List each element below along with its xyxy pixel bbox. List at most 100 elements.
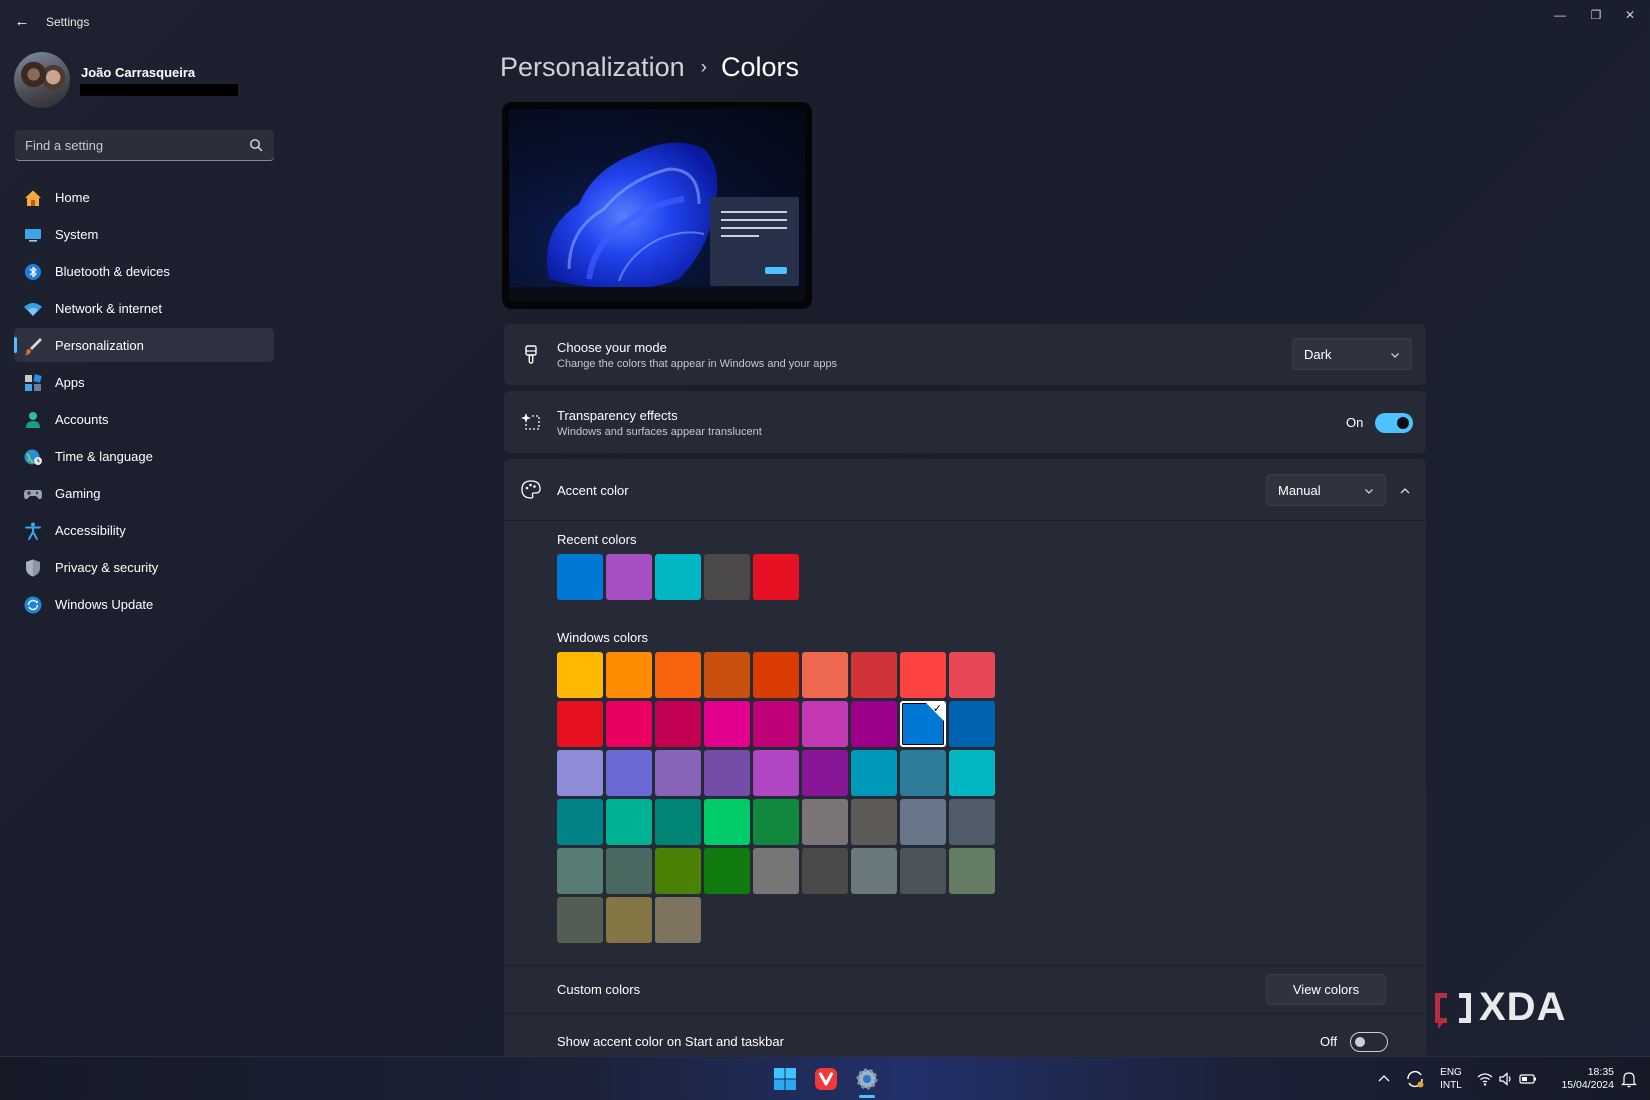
breadcrumb-parent[interactable]: Personalization <box>500 52 685 82</box>
recent-color-swatch[interactable] <box>704 554 750 600</box>
sidebar-item-accessibility[interactable]: Accessibility <box>14 513 274 547</box>
chevron-up-icon[interactable] <box>1398 484 1412 498</box>
windows-color-swatch[interactable] <box>851 652 897 698</box>
windows-color-swatch[interactable] <box>851 848 897 894</box>
sidebar-item-network[interactable]: Network & internet <box>14 291 274 325</box>
globe-clock-icon <box>24 449 42 465</box>
search-icon[interactable] <box>248 137 264 153</box>
back-arrow-icon[interactable]: ← <box>12 12 32 32</box>
accent-header[interactable]: Accent color Manual <box>504 459 1426 521</box>
windows-color-swatch[interactable] <box>802 701 848 747</box>
sidebar-item-system[interactable]: System <box>14 217 274 251</box>
windows-color-swatch[interactable] <box>606 848 652 894</box>
settings-app-icon[interactable] <box>855 1067 879 1091</box>
windows-color-swatch[interactable] <box>655 701 701 747</box>
sync-icon[interactable] <box>1405 1069 1425 1089</box>
windows-color-swatch[interactable] <box>900 799 946 845</box>
volume-icon[interactable] <box>1498 1071 1514 1087</box>
windows-color-swatch[interactable] <box>851 701 897 747</box>
windows-color-swatch[interactable] <box>606 897 652 943</box>
minimize-button[interactable]: — <box>1542 4 1578 26</box>
windows-color-swatch[interactable] <box>557 652 603 698</box>
windows-color-swatch[interactable] <box>557 799 603 845</box>
windows-color-swatch[interactable] <box>606 652 652 698</box>
windows-color-swatch[interactable] <box>949 799 995 845</box>
restore-button[interactable]: ❐ <box>1578 4 1614 26</box>
vivaldi-browser-icon[interactable] <box>814 1067 838 1091</box>
windows-color-swatch[interactable] <box>606 750 652 796</box>
windows-color-swatch[interactable] <box>949 750 995 796</box>
windows-color-swatch[interactable] <box>655 848 701 894</box>
windows-color-swatch[interactable] <box>704 701 750 747</box>
wifi-icon[interactable] <box>1477 1071 1493 1087</box>
transparency-toggle[interactable] <box>1375 413 1413 433</box>
windows-color-swatch[interactable] <box>900 848 946 894</box>
windows-color-swatch[interactable] <box>753 848 799 894</box>
windows-color-swatch[interactable] <box>900 652 946 698</box>
windows-color-swatch[interactable] <box>606 701 652 747</box>
sidebar-item-gaming[interactable]: Gaming <box>14 476 274 510</box>
recent-color-swatch[interactable] <box>557 554 603 600</box>
windows-color-swatch[interactable] <box>753 652 799 698</box>
windows-color-swatch[interactable] <box>949 848 995 894</box>
windows-color-swatch[interactable] <box>704 848 750 894</box>
windows-start-icon[interactable] <box>773 1067 797 1091</box>
battery-icon[interactable] <box>1519 1071 1537 1087</box>
windows-color-swatch[interactable] <box>802 652 848 698</box>
user-profile[interactable]: João Carrasqueira <box>14 52 274 108</box>
windows-color-swatch[interactable] <box>704 652 750 698</box>
sidebar-item-privacy-security[interactable]: Privacy & security <box>14 550 274 584</box>
view-colors-button[interactable]: View colors <box>1266 974 1386 1005</box>
search-input[interactable] <box>15 130 245 160</box>
sidebar-item-label: Privacy & security <box>55 560 159 575</box>
sidebar-item-bluetooth[interactable]: Bluetooth & devices <box>14 254 274 288</box>
windows-color-swatch[interactable]: ✓ <box>900 701 946 747</box>
windows-color-swatch[interactable] <box>704 750 750 796</box>
windows-color-swatch[interactable] <box>655 750 701 796</box>
sidebar-item-home[interactable]: Home <box>14 180 274 214</box>
sidebar-item-windows-update[interactable]: Windows Update <box>14 587 274 621</box>
search-box[interactable] <box>15 130 274 161</box>
windows-color-swatch[interactable] <box>949 652 995 698</box>
windows-color-swatch[interactable] <box>557 750 603 796</box>
recent-color-swatch[interactable] <box>606 554 652 600</box>
windows-color-swatch[interactable] <box>851 799 897 845</box>
sidebar-item-apps[interactable]: Apps <box>14 365 274 399</box>
keyboard-language[interactable]: ENG INTL <box>1436 1066 1466 1092</box>
windows-color-swatch[interactable] <box>753 750 799 796</box>
avatar[interactable] <box>14 52 70 108</box>
apps-icon <box>25 374 42 391</box>
chevron-up-icon[interactable] <box>1376 1071 1392 1087</box>
notification-bell-icon[interactable] <box>1620 1070 1638 1088</box>
recent-color-swatch[interactable] <box>655 554 701 600</box>
windows-color-swatch[interactable] <box>606 799 652 845</box>
windows-color-swatch[interactable] <box>900 750 946 796</box>
sidebar-item-accounts[interactable]: Accounts <box>14 402 274 436</box>
show-accent-start-toggle[interactable] <box>1350 1032 1388 1052</box>
windows-color-swatch[interactable] <box>655 652 701 698</box>
windows-color-swatch[interactable] <box>802 750 848 796</box>
xda-text: XDA <box>1479 985 1567 1029</box>
recent-color-swatch[interactable] <box>753 554 799 600</box>
windows-color-swatch[interactable] <box>753 799 799 845</box>
close-button[interactable]: ✕ <box>1612 4 1648 26</box>
windows-color-swatch[interactable] <box>851 750 897 796</box>
windows-color-swatch[interactable] <box>557 701 603 747</box>
accent-dropdown[interactable]: Manual <box>1266 474 1386 506</box>
sidebar-item-time-language[interactable]: Time & language <box>14 439 274 473</box>
windows-color-swatch[interactable] <box>949 701 995 747</box>
mode-dropdown[interactable]: Dark <box>1292 338 1412 370</box>
windows-color-swatch[interactable] <box>802 799 848 845</box>
windows-color-swatch[interactable] <box>704 799 750 845</box>
sidebar-item-personalization[interactable]: Personalization <box>14 328 274 362</box>
clock[interactable]: 18:35 15/04/2024 <box>1548 1066 1614 1092</box>
recent-colors-grid <box>557 554 995 600</box>
windows-color-swatch[interactable] <box>753 701 799 747</box>
custom-colors-label: Custom colors <box>557 982 641 997</box>
windows-color-swatch[interactable] <box>655 897 701 943</box>
windows-color-swatch[interactable] <box>655 799 701 845</box>
windows-color-swatch[interactable] <box>802 848 848 894</box>
windows-color-swatch[interactable] <box>557 848 603 894</box>
windows-color-swatch[interactable] <box>557 897 603 943</box>
mode-subtitle: Change the colors that appear in Windows… <box>557 358 838 370</box>
